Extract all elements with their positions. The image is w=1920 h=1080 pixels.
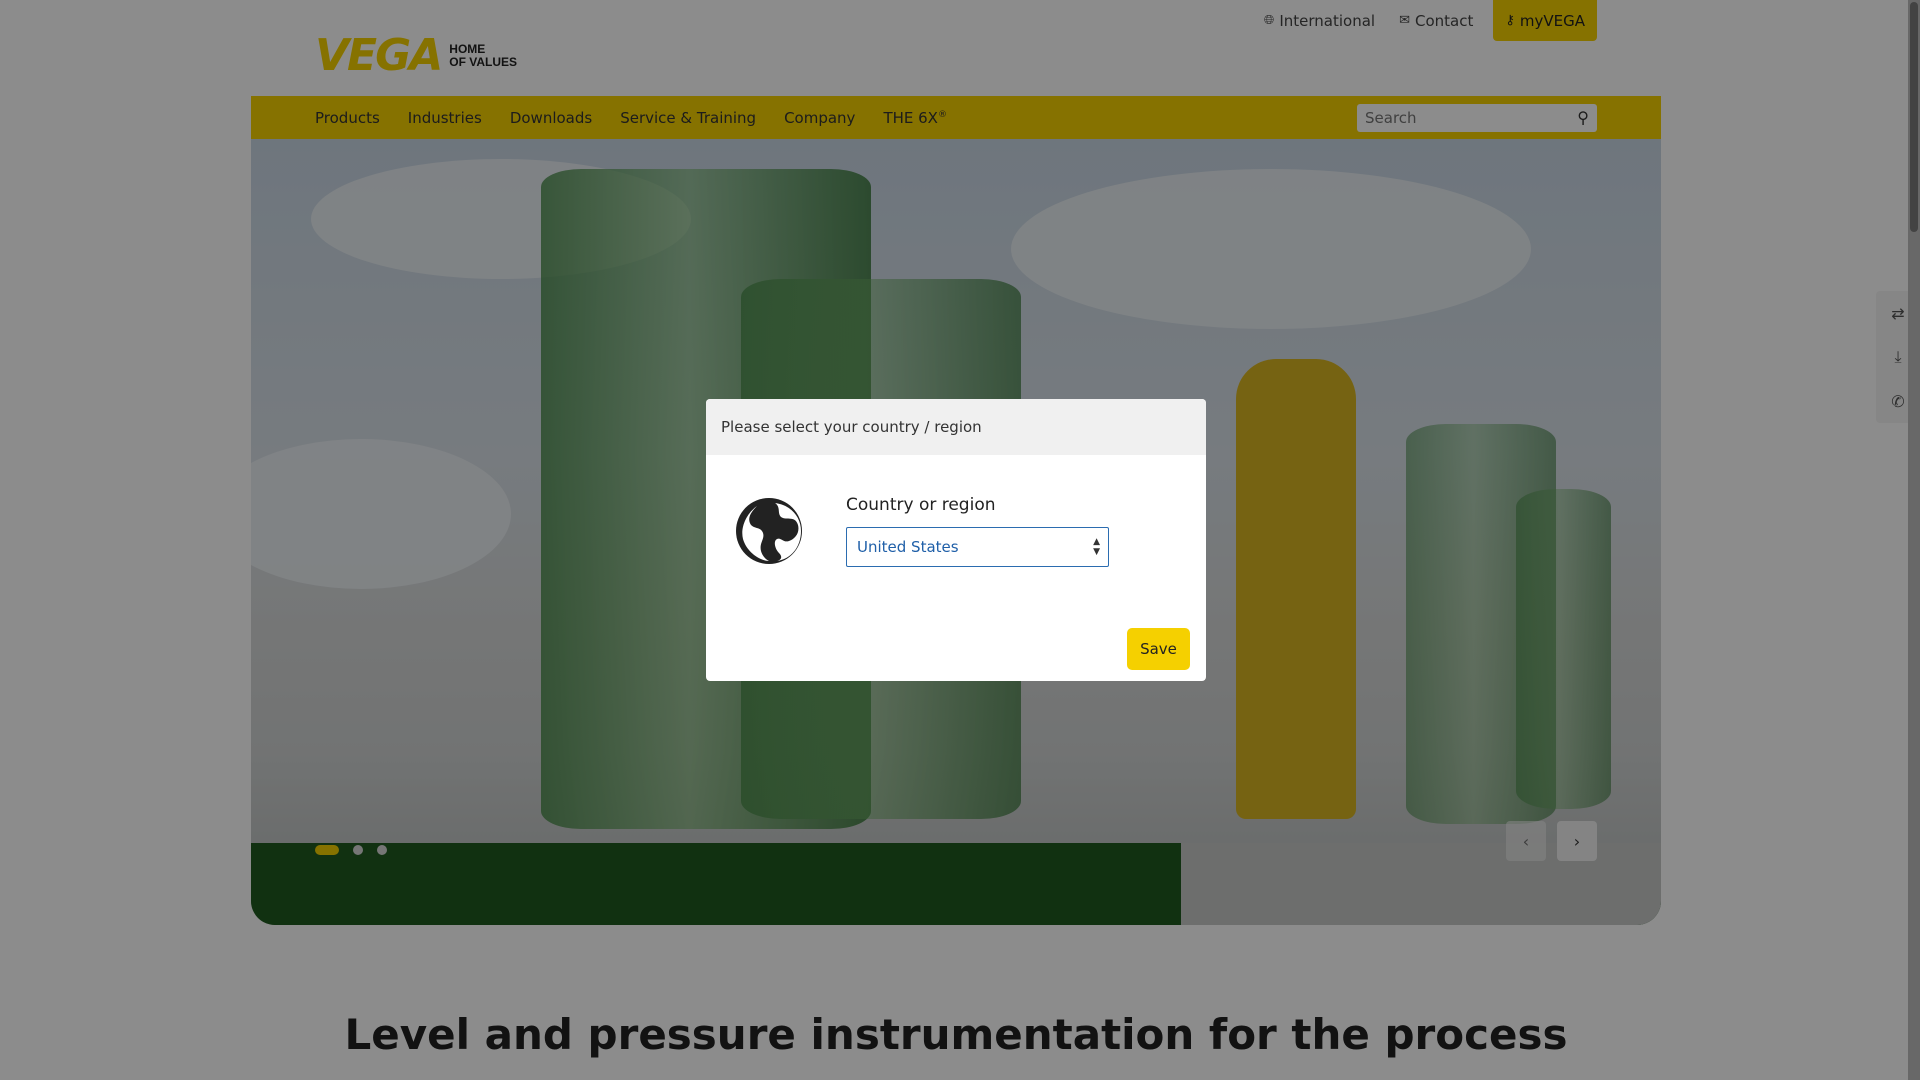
- country-select-value: United States: [857, 538, 959, 556]
- dialog-body: Country or region United States ▲ ▼ Save: [706, 455, 1206, 681]
- globe-icon: [736, 498, 802, 564]
- modal-backdrop: Please select your country / region Coun…: [0, 0, 1920, 1080]
- country-field-label: Country or region: [846, 495, 996, 515]
- country-select-dialog: Please select your country / region Coun…: [706, 399, 1206, 681]
- dialog-title: Please select your country / region: [721, 418, 982, 436]
- save-button[interactable]: Save: [1127, 628, 1190, 670]
- dialog-header: Please select your country / region: [706, 399, 1206, 455]
- country-select[interactable]: United States ▲ ▼: [846, 527, 1109, 567]
- select-arrows-icon: ▲ ▼: [1093, 537, 1100, 557]
